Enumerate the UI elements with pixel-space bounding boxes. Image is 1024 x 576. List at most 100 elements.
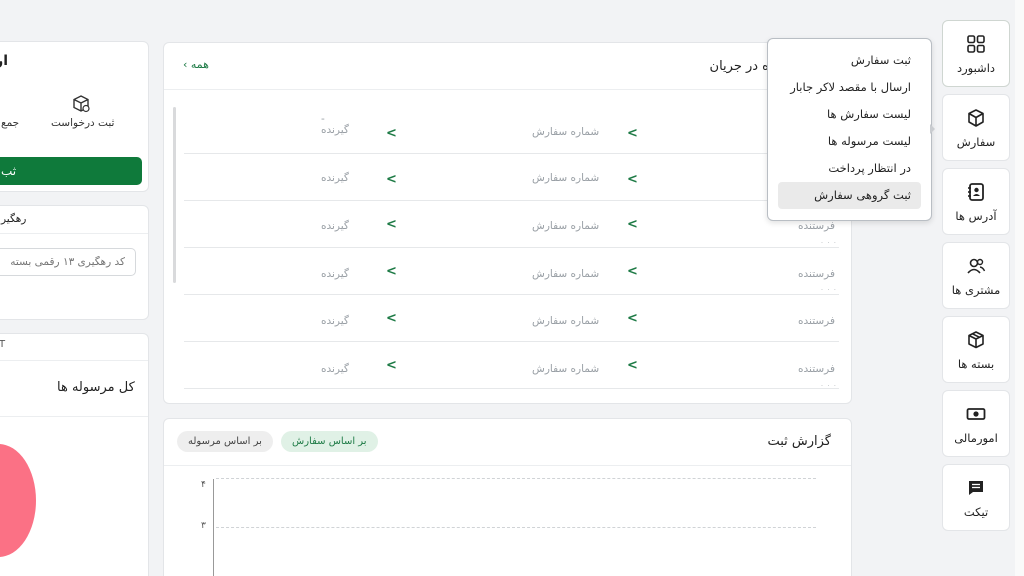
register-request-label[interactable]: ثبت درخواست: [51, 117, 114, 129]
sidebar-item-label: تیکت: [963, 504, 989, 519]
divider: [0, 233, 148, 234]
receiver-label: گیرنده: [321, 315, 349, 327]
address-book-icon: [965, 181, 987, 203]
menu-item-new-order[interactable]: ثبت سفارش: [778, 47, 921, 74]
sidebar-item-addresses[interactable]: آدرس ها: [942, 168, 1010, 235]
view-all-label: همه: [190, 58, 209, 71]
chevron-icon[interactable]: <: [386, 264, 397, 279]
menu-item-order-list[interactable]: لیست سفارش ها: [778, 101, 921, 128]
report-title: گزارش ثبت: [767, 434, 831, 449]
chevron-icon[interactable]: <: [627, 264, 638, 279]
tracking-title: رهگیر: [1, 213, 27, 225]
order-submenu: ثبت سفارش ارسال با مقصد لاکر جابار لیست …: [767, 38, 932, 221]
sender-label: فرستنده: [798, 220, 835, 232]
tab-by-parcel[interactable]: بر اساس مرسوله: [177, 431, 273, 452]
chevron-right-icon: ›: [183, 58, 188, 71]
panel-title: ه در جریان: [709, 59, 769, 74]
gridline: [216, 527, 816, 528]
tracking-input[interactable]: [0, 248, 136, 276]
chevron-icon[interactable]: <: [627, 217, 638, 232]
gridline: [216, 478, 816, 479]
popup-pointer: [930, 124, 935, 134]
shipment-row[interactable]: گیرنده < شماره سفارش < فرستنده: [184, 295, 839, 342]
in-progress-shipments-panel: ه در جریان همه › - گیرنده < شماره سفارش …: [163, 42, 852, 404]
menu-item-bulk-order[interactable]: ثبت گروهی سفارش: [778, 182, 921, 209]
sidebar-item-label: بسته ها: [957, 356, 995, 371]
scrollbar[interactable]: [173, 107, 176, 283]
stats-tag: T: [0, 339, 5, 350]
customers-icon: [965, 255, 987, 277]
package-icon: [965, 329, 987, 351]
sender-label: فرستنده: [798, 315, 835, 327]
shipment-row[interactable]: - گیرنده < شماره سفارش <: [184, 107, 839, 154]
receiver-label: گیرنده: [321, 220, 349, 232]
window-edge: [1015, 0, 1024, 576]
total-parcels-title: کل مرسوله ها: [57, 380, 135, 395]
order-number-label: شماره سفارش: [532, 315, 600, 327]
register-button[interactable]: ثب: [0, 157, 142, 185]
register-request-icon[interactable]: [71, 94, 91, 118]
receiver-label: گیرنده: [321, 268, 349, 280]
money-icon: [965, 403, 987, 425]
order-number-label: شماره سفارش: [532, 126, 600, 138]
sidebar-item-label: مشتری ها: [951, 282, 1001, 297]
chevron-icon[interactable]: <: [386, 126, 397, 141]
divider: [0, 360, 148, 361]
chevron-icon[interactable]: <: [627, 311, 638, 326]
menu-item-locker-delivery[interactable]: ارسال با مقصد لاکر جابار: [778, 74, 921, 101]
order-number-label: شماره سفارش: [532, 268, 600, 280]
view-all-link[interactable]: همه ›: [180, 58, 209, 71]
sidebar-item-ticket[interactable]: تیکت: [942, 464, 1010, 531]
timestamp-dots: · · ·: [820, 239, 837, 247]
sidebar-item-order[interactable]: سفارش: [942, 94, 1010, 161]
chevron-icon[interactable]: <: [386, 172, 397, 187]
menu-item-pending-payment[interactable]: در انتظار پرداخت: [778, 155, 921, 182]
panel-header: گزارش ثبت بر اساس سفارش بر اساس مرسوله: [164, 419, 851, 466]
y-axis: [213, 479, 214, 576]
stats-card: T کل مرسوله ها: [0, 333, 149, 576]
ticket-icon: [965, 477, 987, 499]
panel-header: ه در جریان همه ›: [164, 43, 851, 90]
sidebar-item-label: داشبورد: [956, 60, 996, 75]
sidebar-item-dashboard[interactable]: داشبورد: [942, 20, 1010, 87]
chevron-icon[interactable]: <: [386, 217, 397, 232]
tab-by-order[interactable]: بر اساس سفارش: [281, 431, 378, 452]
registration-report-panel: گزارش ثبت بر اساس سفارش بر اساس مرسوله ۴…: [163, 418, 852, 576]
sidebar-item-label: سفارش: [956, 134, 996, 149]
chevron-icon[interactable]: <: [386, 358, 397, 373]
sidebar-item-label: امورمالی: [954, 430, 998, 445]
y-tick-label: ۳: [201, 521, 206, 531]
sender-label: فرستنده: [798, 363, 835, 375]
y-tick-label: ۴: [201, 480, 206, 490]
sidebar-item-finance[interactable]: امورمالی: [942, 390, 1010, 457]
order-number-label: شماره سفارش: [532, 172, 600, 184]
sidebar-item-customers[interactable]: مشتری ها: [942, 242, 1010, 309]
chevron-icon[interactable]: <: [386, 311, 397, 326]
chevron-icon[interactable]: <: [627, 358, 638, 373]
sidebar-item-label: آدرس ها: [955, 208, 997, 223]
sender-label: فرستنده: [798, 268, 835, 280]
menu-item-parcel-list[interactable]: لیست مرسوله ها: [778, 128, 921, 155]
order-number-label: شماره سفارش: [532, 220, 600, 232]
timestamp-dots: · · ·: [820, 382, 837, 390]
box-icon: [965, 107, 987, 129]
receiver-label: گیرنده: [321, 124, 349, 136]
collect-label[interactable]: جمع: [1, 117, 19, 129]
new-shipment-title: ارس: [0, 53, 8, 69]
order-number-label: شماره سفارش: [532, 363, 600, 375]
receiver-label: گیرنده: [321, 172, 349, 184]
grid-icon: [965, 33, 987, 55]
donut-chart: [0, 444, 36, 557]
chevron-icon[interactable]: <: [627, 172, 638, 187]
shipment-row[interactable]: گیرنده < شماره سفارش <: [184, 154, 839, 201]
shipment-row[interactable]: گیرنده < شماره سفارش < فرستنده · · ·: [184, 342, 839, 390]
chevron-icon[interactable]: <: [627, 126, 638, 141]
shipment-row[interactable]: گیرنده < شماره سفارش < فرستنده · · ·: [184, 248, 839, 295]
receiver-label: گیرنده: [321, 363, 349, 375]
divider: [0, 416, 148, 417]
tracking-card: رهگیر: [0, 205, 149, 320]
shipment-row[interactable]: گیرنده < شماره سفارش < فرستنده · · ·: [184, 201, 839, 248]
timestamp-dots: · · ·: [820, 286, 837, 294]
new-shipment-card: ارس ثبت درخواست جمع ثب: [0, 41, 149, 192]
sidebar-item-packages[interactable]: بسته ها: [942, 316, 1010, 383]
